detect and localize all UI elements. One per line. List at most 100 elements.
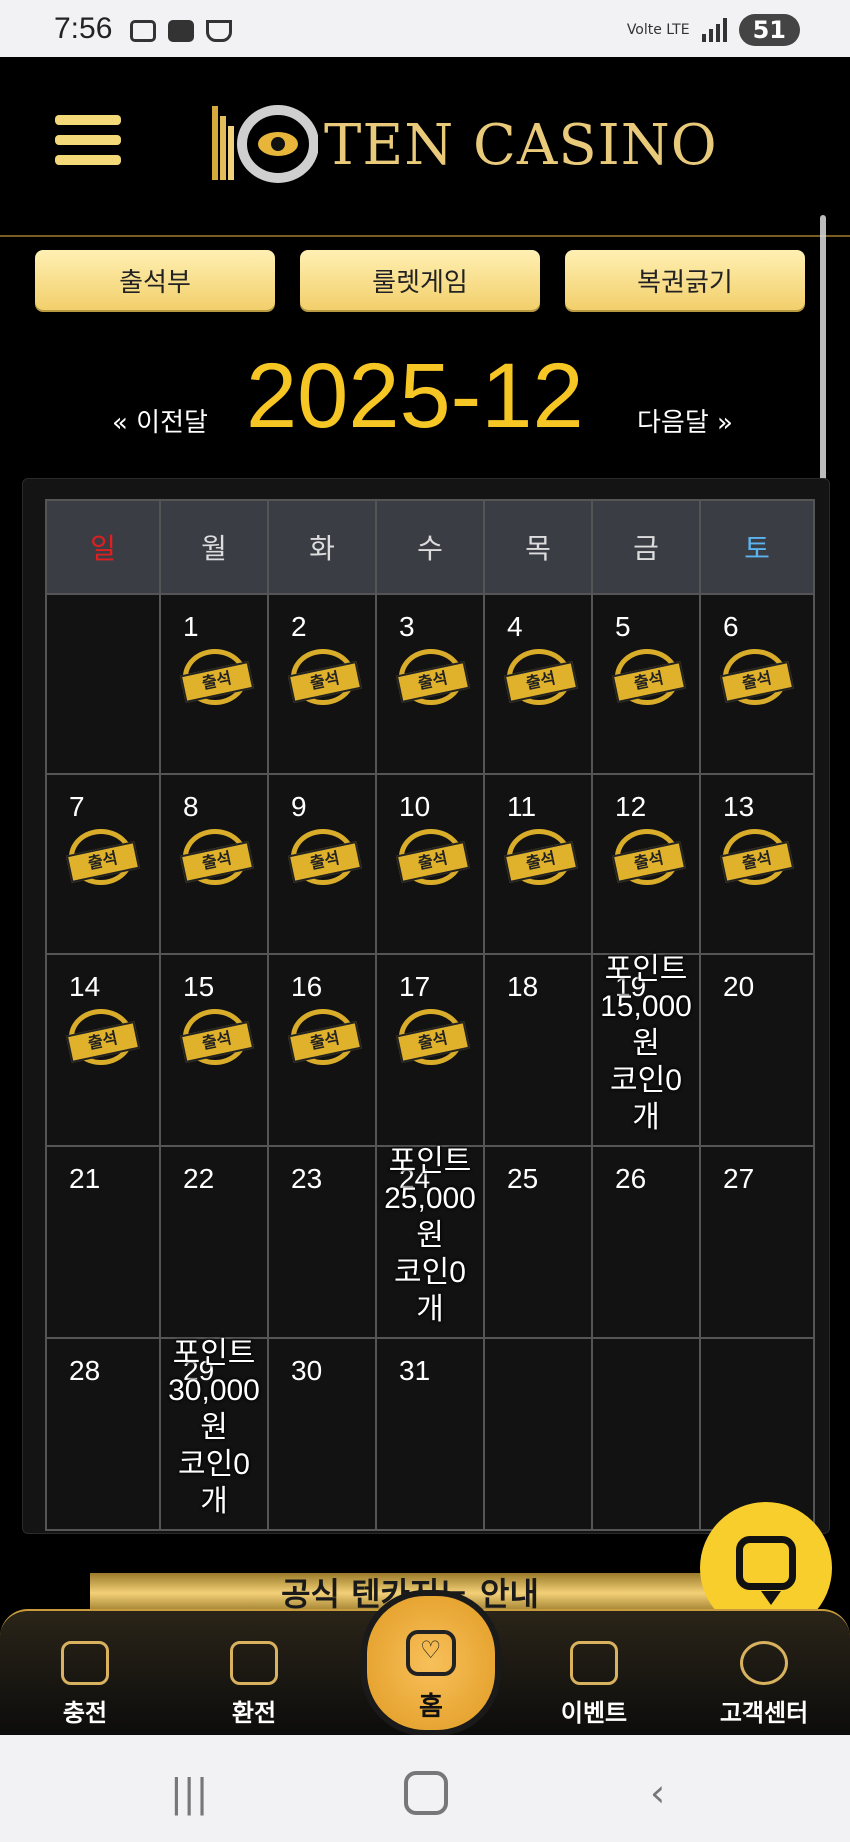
day-number: 20 bbox=[723, 971, 755, 1002]
month-navigation: « 이전달 2025-12 다음달 » bbox=[0, 340, 850, 450]
attendance-stamp-icon: 출석 bbox=[719, 649, 795, 705]
nav-home[interactable]: 홈 bbox=[361, 1590, 501, 1736]
calendar-day[interactable]: 8 출석 bbox=[159, 773, 269, 955]
nav-event[interactable]: 이벤트 bbox=[534, 1641, 654, 1728]
stamp-label: 출석 bbox=[65, 841, 141, 883]
calendar-day[interactable]: 28 bbox=[45, 1337, 161, 1531]
calendar-day bbox=[591, 1337, 701, 1531]
calendar-day[interactable]: 20 bbox=[699, 953, 815, 1147]
next-month-link[interactable]: 다음달 » bbox=[637, 402, 733, 439]
stamp-label: 출석 bbox=[611, 661, 687, 703]
brand-logo[interactable]: TEN CASINO bbox=[208, 102, 718, 188]
reward-line: 원 bbox=[200, 1411, 228, 1444]
calendar-day[interactable]: 10 출석 bbox=[375, 773, 485, 955]
attendance-stamp-icon: 출석 bbox=[503, 829, 579, 885]
attendance-stamp-icon: 출석 bbox=[287, 1009, 363, 1065]
calendar-day[interactable]: 30 bbox=[267, 1337, 377, 1531]
calendar-day[interactable]: 1 출석 bbox=[159, 593, 269, 775]
calendar-day[interactable]: 12 출석 bbox=[591, 773, 701, 955]
day-number: 21 bbox=[69, 1163, 101, 1194]
reward-line: 코인0 bbox=[178, 1448, 250, 1481]
back-icon[interactable]: ‹ bbox=[650, 1771, 665, 1815]
menu-icon[interactable] bbox=[55, 115, 121, 175]
calendar-day[interactable]: 22 bbox=[159, 1145, 269, 1339]
weekday-tue: 화 bbox=[267, 499, 377, 595]
calendar-day[interactable]: 13 출석 bbox=[699, 773, 815, 955]
stamp-label: 출석 bbox=[287, 661, 363, 703]
day-number: 16 bbox=[291, 971, 323, 1002]
stamp-label: 출석 bbox=[395, 1021, 471, 1063]
stamp-label: 출석 bbox=[65, 1021, 141, 1063]
attendance-stamp-icon: 출석 bbox=[503, 649, 579, 705]
calendar-day[interactable]: 18 bbox=[483, 953, 593, 1147]
charge-icon bbox=[61, 1641, 109, 1685]
attendance-stamp-icon: 출석 bbox=[395, 829, 471, 885]
day-number: 10 bbox=[399, 791, 431, 822]
day-number: 11 bbox=[507, 791, 537, 822]
reward-line: 15,000 bbox=[600, 990, 692, 1023]
status-bar: 7:56 Volte LTE 51 bbox=[0, 0, 850, 57]
calendar-day[interactable]: 4 출석 bbox=[483, 593, 593, 775]
stamp-label: 출석 bbox=[179, 841, 255, 883]
nav-charge[interactable]: 충전 bbox=[25, 1641, 145, 1728]
reward-line: 25,000 bbox=[384, 1182, 476, 1215]
calendar-day[interactable]: 24 포인트 25,000 원 코인0 개 bbox=[375, 1143, 485, 1339]
reward-text: 포인트 25,000 원 코인0 개 bbox=[377, 1143, 483, 1328]
day-number: 28 bbox=[69, 1355, 101, 1386]
calendar-day[interactable]: 31 bbox=[375, 1337, 485, 1531]
reward-line: 개 bbox=[416, 1293, 444, 1326]
day-number: 31 bbox=[399, 1355, 431, 1386]
stamp-label: 출석 bbox=[719, 661, 795, 703]
attendance-stamp-icon: 출석 bbox=[65, 1009, 141, 1065]
chat-bubble-icon bbox=[736, 1536, 796, 1605]
weekday-thu: 목 bbox=[483, 499, 593, 595]
calendar-day[interactable]: 2 출석 bbox=[267, 593, 377, 775]
reward-line: 코인0 bbox=[610, 1064, 682, 1097]
reward-text: 포인트 15,000 원 코인0 개 bbox=[593, 951, 699, 1136]
calendar-day[interactable]: 25 bbox=[483, 1145, 593, 1339]
calendar-day[interactable]: 19 포인트 15,000 원 코인0 개 bbox=[591, 951, 701, 1147]
attendance-stamp-icon: 출석 bbox=[611, 649, 687, 705]
calendar-day[interactable]: 17 출석 bbox=[375, 953, 485, 1147]
nav-charge-label: 충전 bbox=[62, 1699, 108, 1727]
recent-apps-icon[interactable]: ||| bbox=[170, 1771, 208, 1815]
lottery-button[interactable]: 복권긁기 bbox=[565, 250, 805, 310]
reward-line: 포인트 bbox=[388, 1145, 472, 1178]
calendar-day[interactable]: 15 출석 bbox=[159, 953, 269, 1147]
day-number: 25 bbox=[507, 1163, 539, 1194]
calendar-day[interactable]: 27 bbox=[699, 1145, 815, 1339]
calendar-day[interactable]: 23 bbox=[267, 1145, 377, 1339]
calendar-day[interactable]: 21 bbox=[45, 1145, 161, 1339]
calendar-week: 7 출석 8 출석 9 출석 10 출석 11 출석 12 출석 13 출석 bbox=[45, 773, 815, 955]
calendar-day[interactable]: 26 bbox=[591, 1145, 701, 1339]
calendar-day[interactable]: 5 출석 bbox=[591, 593, 701, 775]
current-month: 2025-12 bbox=[246, 345, 584, 447]
day-number: 26 bbox=[615, 1163, 647, 1194]
calendar-day[interactable]: 14 출석 bbox=[45, 953, 161, 1147]
calendar-day[interactable]: 6 출석 bbox=[699, 593, 815, 775]
stamp-label: 출석 bbox=[179, 1021, 255, 1063]
calendar-day[interactable]: 11 출석 bbox=[483, 773, 593, 955]
weekday-mon: 월 bbox=[159, 499, 269, 595]
calendar-day[interactable]: 3 출석 bbox=[375, 593, 485, 775]
roulette-button[interactable]: 룰렛게임 bbox=[300, 250, 540, 310]
calendar-day[interactable]: 9 출석 bbox=[267, 773, 377, 955]
reward-text: 포인트 30,000 원 코인0 개 bbox=[161, 1335, 267, 1520]
stamp-label: 출석 bbox=[395, 841, 471, 883]
feature-buttons: 출석부 룰렛게임 복권긁기 bbox=[35, 250, 805, 310]
logo-emblem-icon bbox=[212, 105, 318, 183]
home-system-icon[interactable] bbox=[404, 1771, 448, 1815]
day-number: 30 bbox=[291, 1355, 323, 1386]
prev-month-link[interactable]: « 이전달 bbox=[112, 402, 208, 439]
calendar-day[interactable]: 29 포인트 30,000 원 코인0 개 bbox=[159, 1335, 269, 1531]
calendar-day[interactable]: 7 출석 bbox=[45, 773, 161, 955]
calendar-day[interactable]: 16 출석 bbox=[267, 953, 377, 1147]
reward-line: 포인트 bbox=[604, 953, 688, 986]
day-number: 6 bbox=[723, 611, 739, 642]
attendance-button[interactable]: 출석부 bbox=[35, 250, 275, 310]
nav-exchange[interactable]: 환전 bbox=[194, 1641, 314, 1728]
reward-line: 원 bbox=[416, 1219, 444, 1252]
home-heart-icon bbox=[406, 1630, 456, 1676]
nav-support[interactable]: 고객센터 bbox=[704, 1641, 824, 1728]
cup-icon bbox=[206, 20, 232, 42]
